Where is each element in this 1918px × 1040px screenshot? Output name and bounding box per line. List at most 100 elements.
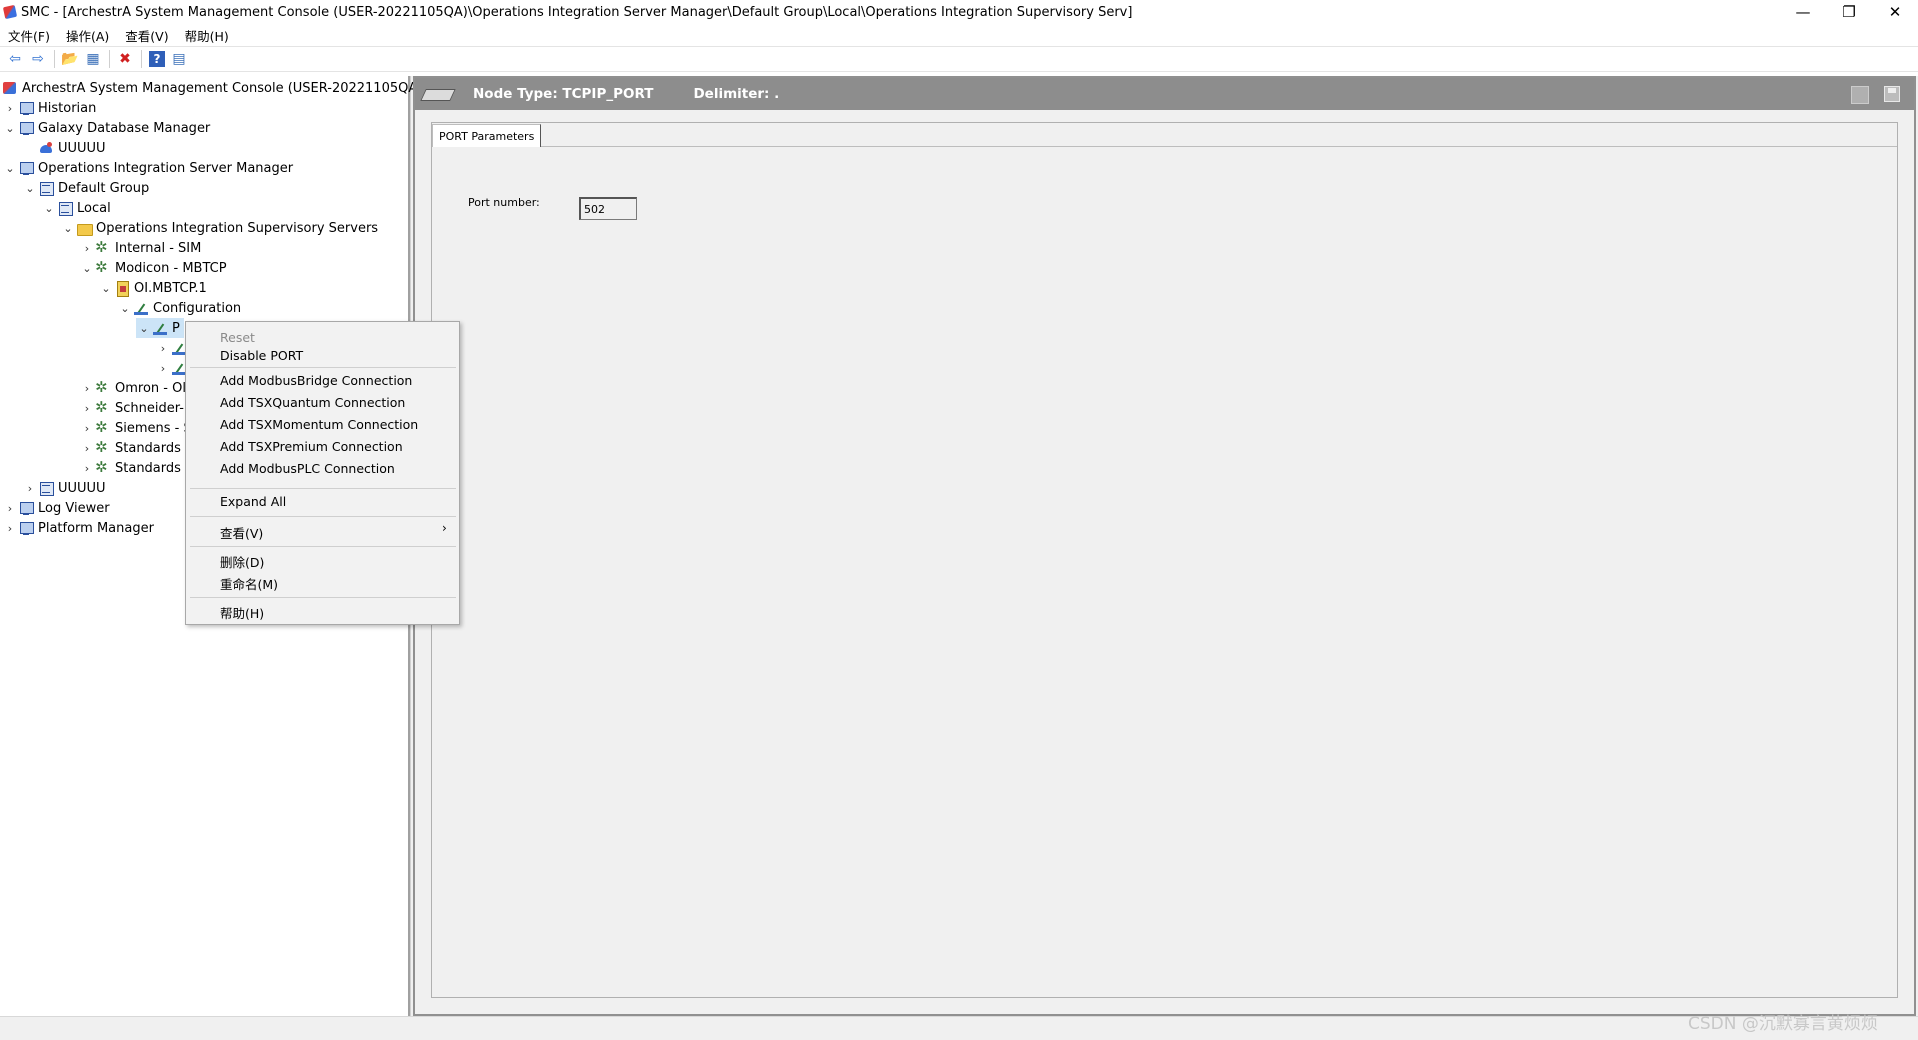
tree-item-standards-2[interactable]: › Standards -	[79, 458, 190, 478]
menu-item-add-tsxquantum[interactable]: Add TSXQuantum Connection	[220, 395, 405, 410]
tree-item-siemens[interactable]: › Siemens - S	[79, 418, 192, 438]
chevron-right-icon[interactable]: ›	[22, 482, 38, 495]
configuration-icon	[133, 300, 149, 316]
chevron-down-icon[interactable]: ⌄	[136, 322, 152, 335]
menu-separator	[190, 516, 456, 517]
delete-icon[interactable]: ✖	[114, 49, 136, 69]
port-number-label: Port number:	[468, 196, 540, 209]
menu-view[interactable]: 查看(V)	[117, 26, 176, 45]
submenu-arrow-icon: ›	[442, 521, 447, 535]
chevron-down-icon[interactable]: ⌄	[22, 182, 38, 195]
title-bar: SMC - [ArchestrA System Management Conso…	[0, 0, 1918, 24]
chevron-down-icon[interactable]: ⌄	[79, 262, 95, 275]
port-icon	[152, 320, 168, 336]
tree-item-label: P	[172, 320, 180, 336]
chevron-right-icon[interactable]: ›	[79, 422, 95, 435]
tree-item-port-selected[interactable]: ⌄ P	[136, 318, 184, 338]
help-icon[interactable]: ?	[149, 51, 165, 67]
tree-item-default-group[interactable]: ⌄ Default Group	[22, 178, 149, 198]
chevron-down-icon[interactable]: ⌄	[41, 202, 57, 215]
tree-item-label: Galaxy Database Manager	[38, 120, 211, 136]
menu-bar: 文件(F) 操作(A) 查看(V) 帮助(H)	[0, 24, 1918, 46]
tree-item-local[interactable]: ⌄ Local	[41, 198, 111, 218]
back-arrow-icon[interactable]: ⇦	[4, 49, 26, 69]
watermark-text: CSDN @沉默寡言黄烦烦	[1688, 1014, 1878, 1034]
tree-item-historian[interactable]: › Historian	[2, 98, 97, 118]
menu-file[interactable]: 文件(F)	[0, 26, 58, 45]
tab-port-parameters[interactable]: PORT Parameters	[432, 124, 542, 147]
tree-item-label: Local	[77, 200, 111, 216]
tree-item-label: Operations Integration Server Manager	[38, 160, 294, 176]
tree-item-uuuuu-group[interactable]: › UUUUU	[22, 478, 106, 498]
chevron-right-icon[interactable]: ›	[155, 362, 171, 375]
chevron-right-icon[interactable]: ›	[2, 102, 18, 115]
menu-item-add-modbusbridge[interactable]: Add ModbusBridge Connection	[220, 373, 412, 388]
chevron-right-icon[interactable]: ›	[79, 442, 95, 455]
tree-item-label: Omron - Ol	[115, 380, 186, 396]
tree-item-schneider[interactable]: › Schneider-E	[79, 398, 192, 418]
chevron-right-icon[interactable]: ›	[2, 502, 18, 515]
tree-item-platform-manager[interactable]: › Platform Manager	[2, 518, 154, 538]
menu-item-expand-all[interactable]: Expand All	[220, 494, 286, 509]
restore-button[interactable]: ❐	[1826, 0, 1872, 24]
chevron-down-icon[interactable]: ⌄	[117, 302, 133, 315]
tab-panel-port-parameters	[432, 146, 1897, 996]
menu-item-help[interactable]: 帮助(H)	[220, 603, 264, 622]
tree-item-supervisory-servers[interactable]: ⌄ Operations Integration Supervisory Ser…	[60, 218, 378, 238]
tree-item-internal-sim[interactable]: › Internal - SIM	[79, 238, 202, 258]
tree-item-omron[interactable]: › Omron - Ol	[79, 378, 186, 398]
context-menu: Reset Disable PORT Add ModbusBridge Conn…	[185, 321, 460, 625]
menu-action[interactable]: 操作(A)	[58, 26, 117, 45]
tree-item-oi-server-manager[interactable]: ⌄ Operations Integration Server Manager	[2, 158, 293, 178]
gear-icon	[95, 258, 111, 276]
tree-item-standards-1[interactable]: › Standards -	[79, 438, 190, 458]
chevron-right-icon[interactable]: ›	[79, 242, 95, 255]
menu-item-add-tsxpremium[interactable]: Add TSXPremium Connection	[220, 439, 403, 454]
tree-item-uuuuu-galaxy[interactable]: UUUUU	[38, 138, 106, 158]
properties-icon[interactable]: ▤	[168, 49, 190, 69]
chevron-down-icon[interactable]: ⌄	[60, 222, 76, 235]
tree-item-label: Configuration	[153, 300, 242, 316]
tree-item-oi-mbtcp-1[interactable]: ⌄ OI.MBTCP.1	[98, 278, 207, 298]
tree-item-galaxy-database-manager[interactable]: ⌄ Galaxy Database Manager	[2, 118, 210, 138]
gear-icon	[95, 418, 111, 436]
chevron-down-icon[interactable]: ⌄	[2, 162, 18, 175]
chevron-right-icon[interactable]: ›	[79, 462, 95, 475]
menu-item-add-tsxmomentum[interactable]: Add TSXMomentum Connection	[220, 417, 418, 432]
menu-item-disable-port[interactable]: Disable PORT	[220, 348, 303, 363]
platform-manager-icon	[18, 520, 34, 536]
save-icon[interactable]	[1884, 86, 1900, 102]
chevron-right-icon[interactable]: ›	[155, 342, 171, 355]
chevron-down-icon[interactable]: ⌄	[98, 282, 114, 295]
chevron-down-icon[interactable]: ⌄	[2, 122, 18, 135]
forward-arrow-icon[interactable]: ⇨	[27, 49, 49, 69]
tree-item-log-viewer[interactable]: › Log Viewer	[2, 498, 110, 518]
lock-icon[interactable]	[1851, 86, 1869, 104]
tree-item-label: Internal - SIM	[115, 240, 202, 256]
menu-item-view[interactable]: 查看(V)	[220, 523, 263, 542]
chevron-right-icon[interactable]: ›	[79, 382, 95, 395]
port-node-icon	[423, 84, 455, 104]
menu-separator	[190, 488, 456, 489]
group-icon	[38, 180, 54, 196]
app-icon	[3, 5, 17, 19]
show-tree-icon[interactable]: ▦	[82, 49, 104, 69]
tree-item-configuration[interactable]: ⌄ Configuration	[117, 298, 241, 318]
chevron-right-icon[interactable]: ›	[79, 402, 95, 415]
menu-item-delete[interactable]: 删除(D)	[220, 552, 264, 571]
tree-item-console-root[interactable]: ArchestrA System Management Console (USE…	[2, 78, 422, 98]
tree-item-modicon-mbtcp[interactable]: ⌄ Modicon - MBTCP	[79, 258, 226, 278]
tree-item-label: UUUUU	[58, 480, 106, 496]
database-manager-icon	[18, 120, 34, 136]
menu-item-reset[interactable]: Reset	[220, 330, 255, 345]
menu-item-rename[interactable]: 重命名(M)	[220, 574, 278, 593]
menu-item-add-modbusplc[interactable]: Add ModbusPLC Connection	[220, 461, 395, 476]
node-type-label: Node Type: TCPIP_PORT	[473, 86, 654, 102]
up-folder-icon[interactable]: 📂	[59, 49, 81, 69]
toolbar: ⇦ ⇨ 📂 ▦ ✖ ? ▤	[0, 46, 1918, 72]
chevron-right-icon[interactable]: ›	[2, 522, 18, 535]
close-button[interactable]: ✕	[1872, 0, 1918, 24]
port-number-input[interactable]	[579, 197, 637, 220]
minimize-button[interactable]: —	[1780, 0, 1826, 24]
menu-help[interactable]: 帮助(H)	[177, 26, 237, 45]
